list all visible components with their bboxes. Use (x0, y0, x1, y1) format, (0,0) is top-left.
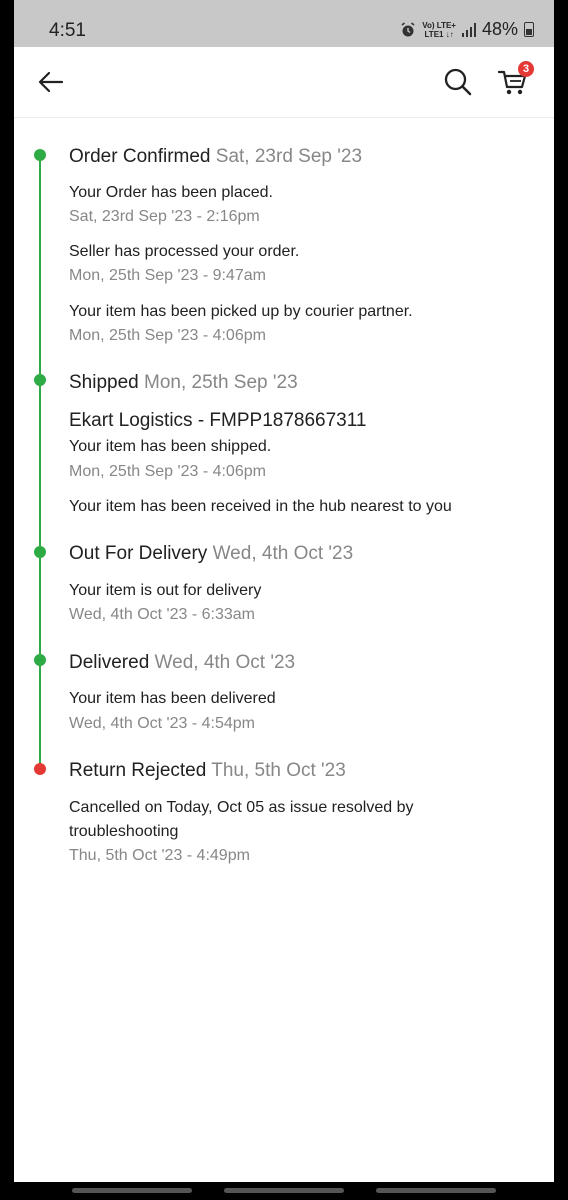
timeline-track (39, 155, 41, 770)
recent-apps-button[interactable] (72, 1188, 192, 1193)
stage-header: Shipped Mon, 25th Sep '23 (69, 372, 298, 394)
stage-header: Return Rejected Thu, 5th Oct '23 (69, 760, 346, 782)
stage-title: Shipped (69, 372, 139, 393)
courier-tracking-id: Ekart Logistics - FMPP1878667311 (69, 410, 367, 431)
status-time: 4:51 (49, 20, 86, 41)
stage-status-dot (34, 654, 46, 666)
stage-status-dot (34, 149, 46, 161)
stage-header: Order Confirmed Sat, 23rd Sep '23 (69, 146, 362, 168)
battery-icon (524, 22, 534, 37)
event-text: Cancelled on Today, Oct 05 as issue reso… (69, 799, 414, 816)
home-button[interactable] (224, 1188, 344, 1193)
event-time: Mon, 25th Sep '23 - 4:06pm (69, 327, 266, 344)
event-text: troubleshooting (69, 823, 179, 840)
stage-status-dot (34, 374, 46, 386)
stage-status-dot (34, 763, 46, 775)
stage-date: Mon, 25th Sep '23 (144, 372, 298, 393)
stage-date: Sat, 23rd Sep '23 (215, 146, 363, 167)
event-text: Your Order has been placed. (69, 184, 273, 201)
event-text: Your item is out for delivery (69, 582, 262, 599)
event-text: Your item has been delivered (69, 690, 276, 707)
event-text: Your item has been shipped. (69, 438, 272, 455)
event-time: Thu, 5th Oct '23 - 4:49pm (69, 847, 250, 864)
status-indicators: Vo) LTE+ LTE1 ↓↑ 48% (400, 19, 534, 40)
event-text: Seller has processed your order. (69, 243, 300, 260)
stage-header: Delivered Wed, 4th Oct '23 (69, 652, 295, 674)
back-arrow-icon[interactable] (36, 67, 66, 97)
event-time: Mon, 25th Sep '23 - 4:06pm (69, 463, 266, 480)
cart-count-badge: 3 (518, 61, 534, 77)
signal-icon (461, 22, 476, 37)
stage-date: Wed, 4th Oct '23 (212, 543, 354, 564)
battery-percent: 48% (481, 19, 518, 39)
event-time: Wed, 4th Oct '23 - 6:33am (69, 606, 255, 623)
stage-title: Delivered (69, 652, 150, 673)
app-bar: 3 (14, 47, 554, 118)
event-time: Wed, 4th Oct '23 - 4:54pm (69, 715, 255, 732)
network-type: Vo) LTE+ LTE1 ↓↑ (422, 20, 456, 39)
stage-title: Order Confirmed (69, 146, 211, 167)
event-time: Mon, 25th Sep '23 - 9:47am (69, 267, 266, 284)
search-icon[interactable] (442, 66, 474, 98)
alarm-icon (401, 21, 415, 36)
status-bar: 4:51 Vo) LTE+ LTE1 ↓↑ 48% (14, 0, 554, 47)
event-text: Your item has been picked up by courier … (69, 303, 413, 320)
stage-date: Thu, 5th Oct '23 (211, 760, 346, 781)
back-button[interactable] (376, 1188, 496, 1193)
app-screen: 4:51 Vo) LTE+ LTE1 ↓↑ 48% 3 Order Confir… (14, 0, 554, 1182)
stage-status-dot (34, 546, 46, 558)
system-navigation-bar (0, 1182, 568, 1200)
event-time: Sat, 23rd Sep '23 - 2:16pm (69, 208, 260, 225)
stage-title: Out For Delivery (69, 543, 208, 564)
stage-header: Out For Delivery Wed, 4th Oct '23 (69, 543, 353, 565)
stage-title: Return Rejected (69, 760, 207, 781)
stage-date: Wed, 4th Oct '23 (154, 652, 296, 673)
event-text: Your item has been received in the hub n… (69, 498, 452, 515)
